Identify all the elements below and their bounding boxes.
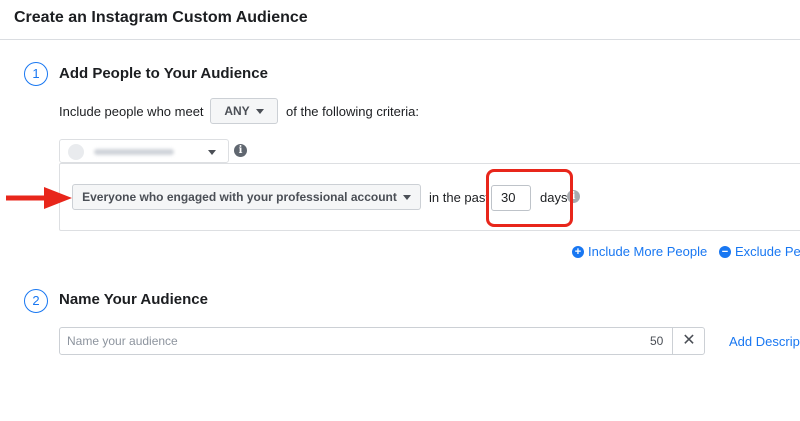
caret-down-icon <box>402 194 411 200</box>
annotation-highlight-box <box>486 169 573 227</box>
step-1-title: Add People to Your Audience <box>59 65 268 82</box>
match-type-dropdown[interactable]: ANY <box>210 98 278 124</box>
in-the-past-text: in the past <box>429 190 489 205</box>
engagement-type-label: Everyone who engaged with your professio… <box>82 190 397 204</box>
annotation-arrow-icon <box>6 187 72 209</box>
add-description-link[interactable]: Add Descript <box>729 334 800 349</box>
engagement-type-dropdown[interactable]: Everyone who engaged with your professio… <box>72 184 421 210</box>
instagram-account-dropdown[interactable] <box>59 139 229 163</box>
page-header: Create an Instagram Custom Audience <box>0 0 800 40</box>
criteria-prefix-text: Include people who meet <box>59 104 204 119</box>
match-type-label: ANY <box>224 104 250 118</box>
plus-circle-icon: + <box>572 245 584 258</box>
minus-circle-icon: − <box>719 245 731 258</box>
step-1-indicator: 1 <box>24 62 48 86</box>
character-count: 50 <box>650 334 664 348</box>
audience-name-field: 50 ✕ <box>59 327 705 355</box>
caret-down-icon <box>208 150 216 155</box>
criteria-suffix-text: of the following criteria: <box>286 104 419 119</box>
account-name-redacted <box>94 149 174 155</box>
audience-name-input[interactable] <box>60 328 672 354</box>
include-more-people-label: Include More People <box>588 244 708 259</box>
account-avatar <box>68 144 84 160</box>
caret-down-icon <box>255 108 264 114</box>
exclude-people-link[interactable]: − Exclude Peo <box>719 244 800 259</box>
info-icon[interactable]: i <box>234 144 247 157</box>
step-2-indicator: 2 <box>24 289 48 313</box>
close-icon[interactable]: ✕ <box>672 328 705 354</box>
exclude-people-label: Exclude Peo <box>735 244 800 259</box>
page-title: Create an Instagram Custom Audience <box>14 9 308 26</box>
add-description-label: Add Descript <box>729 334 800 349</box>
step-2-title: Name Your Audience <box>59 291 208 308</box>
include-more-people-link[interactable]: + Include More People <box>572 244 707 259</box>
